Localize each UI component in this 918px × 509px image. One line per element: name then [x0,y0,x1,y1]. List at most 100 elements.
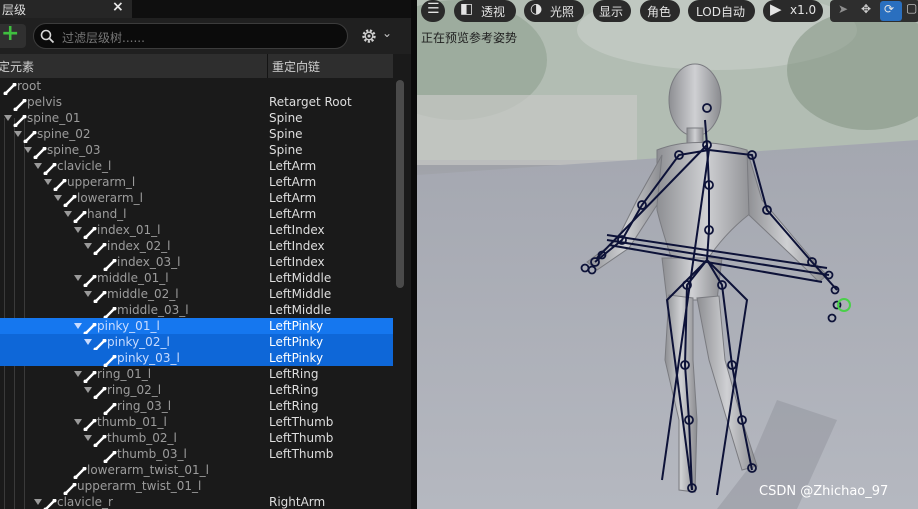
expand-arrow-icon[interactable] [84,387,92,393]
bone-name: middle_02_l [107,287,179,301]
bone-icon [83,224,97,240]
bone-row[interactable]: spine_03 Spine [0,142,393,160]
expand-arrow-icon[interactable] [44,179,52,185]
column-header-chain[interactable]: 重定向链 [272,58,320,75]
column-divider[interactable] [267,54,268,78]
bone-row[interactable]: thumb_03_l LeftThumb [0,446,393,464]
scrollbar[interactable] [396,80,404,288]
search-placeholder: 过滤层级树...... [62,31,145,45]
show-button[interactable]: 显示 [593,0,631,22]
rotate-button[interactable]: ⟳ [880,1,902,21]
expand-arrow-icon[interactable] [34,499,42,505]
retarget-chain: LeftArm [269,175,317,189]
bone-icon [63,192,77,208]
bone-name: ring_03_l [117,399,172,413]
expand-arrow-icon[interactable] [74,419,82,425]
bone-row[interactable]: lowerarm_twist_01_l [0,462,393,480]
preview-viewport[interactable]: ☰ ◧ 透视 ◑ 光照 显示 角色 LOD自动 ▶ x1.0 ➤ ✥ ⟳ ▢ 正… [417,0,918,509]
viewport-menu-button[interactable]: ☰ [421,0,445,22]
close-icon[interactable]: × [112,0,124,15]
play-icon: ▶ [770,0,782,18]
bone-tree: root pelvis Retarget Root spine_01 Spine spin… [0,78,393,509]
tab-bar: 层级 × [0,0,411,18]
bone-name: middle_03_l [117,303,189,317]
bone-icon [73,464,87,480]
bone-row[interactable]: thumb_02_l LeftThumb [0,430,393,448]
scale-icon[interactable]: ▢ [906,1,917,15]
bone-row[interactable]: middle_03_l LeftMiddle [0,302,393,320]
character-button[interactable]: 角色 [640,0,680,22]
bone-row[interactable]: ring_01_l LeftRing [0,366,393,384]
add-button[interactable]: + [0,21,26,48]
perspective-button[interactable]: ◧ 透视 [454,0,516,22]
search-field[interactable]: 过滤层级树...... [33,23,348,49]
bone-row[interactable]: root [0,78,393,96]
tab-hierarchy[interactable]: 层级 × [0,0,132,18]
bone-row[interactable]: pinky_02_l LeftPinky [0,334,393,352]
column-header-bone[interactable]: 定元素 [0,58,34,75]
bone-row[interactable]: pinky_03_l LeftPinky [0,350,393,368]
bone-icon [83,416,97,432]
expand-arrow-icon[interactable] [24,147,32,153]
retarget-chain: LeftPinky [269,335,324,349]
show-label: 显示 [599,5,624,19]
bone-icon [93,336,107,352]
bone-row[interactable]: upperarm_l LeftArm [0,174,393,192]
bone-icon [83,272,97,288]
bone-row[interactable]: ring_03_l LeftRing [0,398,393,416]
bone-row[interactable]: spine_01 Spine [0,110,393,128]
chevron-down-icon[interactable]: ⌄ [382,26,392,40]
bone-icon [93,240,107,256]
bone-icon [63,480,77,496]
bone-row[interactable]: hand_l LeftArm [0,206,393,224]
hamburger-icon: ☰ [427,1,440,17]
bone-name: lowerarm_l [77,191,143,205]
bone-row[interactable]: ring_02_l LeftRing [0,382,393,400]
bone-icon [73,208,87,224]
expand-arrow-icon[interactable] [74,323,82,329]
select-icon[interactable]: ➤ [838,2,848,16]
bone-name: root [17,79,42,93]
bone-row[interactable]: index_02_l LeftIndex [0,238,393,256]
transform-toolbar: ➤ ✥ ⟳ ▢ [830,0,918,22]
bone-row[interactable]: middle_01_l LeftMiddle [0,270,393,288]
bone-row[interactable]: pinky_01_l LeftPinky [0,318,393,336]
expand-arrow-icon[interactable] [84,291,92,297]
expand-arrow-icon[interactable] [4,115,12,121]
gear-icon[interactable] [360,27,378,45]
expand-arrow-icon[interactable] [84,339,92,345]
bone-icon [93,384,107,400]
expand-arrow-icon[interactable] [74,227,82,233]
retarget-chain: LeftMiddle [269,271,332,285]
expand-arrow-icon[interactable] [84,435,92,441]
bone-row[interactable]: clavicle_l LeftArm [0,158,393,176]
expand-arrow-icon[interactable] [74,275,82,281]
bone-row[interactable]: lowerarm_l LeftArm [0,190,393,208]
bone-row[interactable]: thumb_01_l LeftThumb [0,414,393,432]
bone-name: spine_02 [37,127,91,141]
bone-icon [93,288,107,304]
bone-name: index_02_l [107,239,171,253]
tab-title: 层级 [2,3,27,17]
bone-row[interactable]: index_03_l LeftIndex [0,254,393,272]
retarget-chain: LeftPinky [269,351,324,365]
retarget-chain: LeftRing [269,399,319,413]
expand-arrow-icon[interactable] [64,211,72,217]
bone-row[interactable]: middle_02_l LeftMiddle [0,286,393,304]
expand-arrow-icon[interactable] [84,243,92,249]
move-icon[interactable]: ✥ [861,2,871,16]
playback-speed-button[interactable]: ▶ x1.0 [763,0,823,22]
lighting-button[interactable]: ◑ 光照 [524,0,584,22]
bone-row[interactable]: clavicle_r RightArm [0,494,393,509]
expand-arrow-icon[interactable] [14,131,22,137]
bone-row[interactable]: spine_02 Spine [0,126,393,144]
preview-status-text: 正在预览参考姿势 [421,31,518,45]
bone-row[interactable]: upperarm_twist_01_l [0,478,393,496]
bone-row[interactable]: pelvis Retarget Root [0,94,393,112]
expand-arrow-icon[interactable] [54,195,62,201]
expand-arrow-icon[interactable] [74,371,82,377]
retarget-chain: LeftThumb [269,415,334,429]
expand-arrow-icon[interactable] [34,163,42,169]
bone-row[interactable]: index_01_l LeftIndex [0,222,393,240]
lod-button[interactable]: LOD自动 [688,0,755,22]
